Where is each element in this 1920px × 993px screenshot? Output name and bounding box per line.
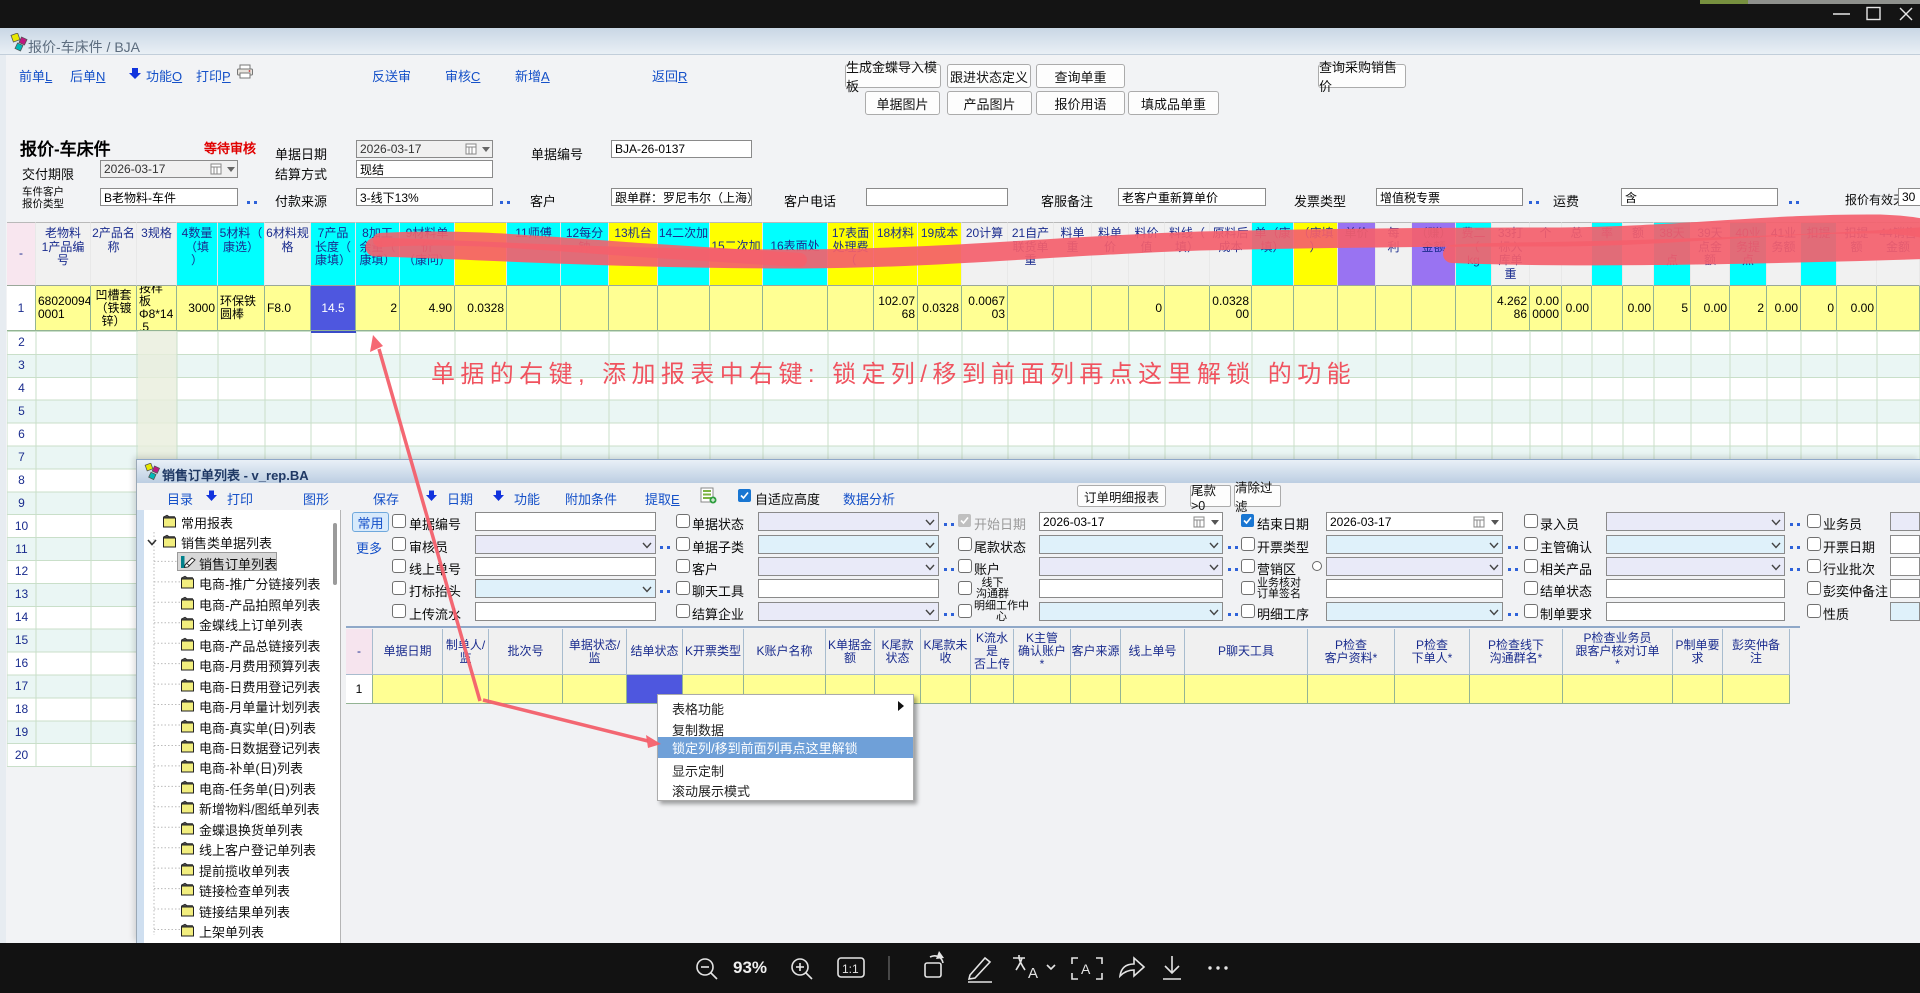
svg-text:A: A xyxy=(1081,961,1091,977)
svg-text:A: A xyxy=(1028,965,1038,982)
svg-text:1:1: 1:1 xyxy=(842,962,859,976)
